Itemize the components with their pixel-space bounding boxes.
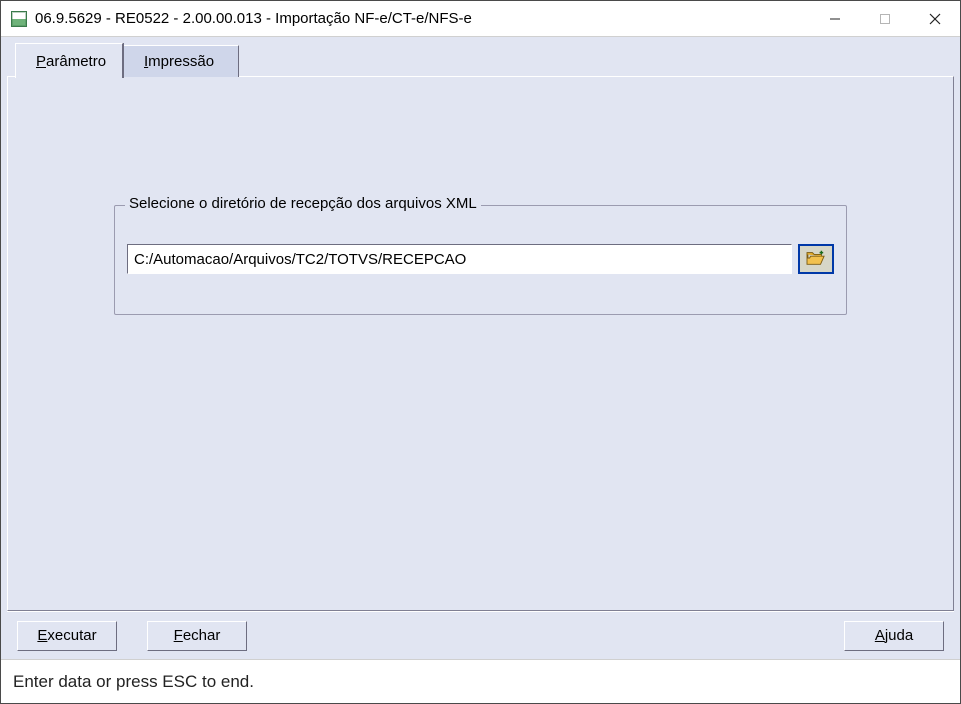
ajuda-button[interactable]: Ajuda bbox=[844, 621, 944, 651]
titlebar: 06.9.5629 - RE0522 - 2.00.00.013 - Impor… bbox=[1, 1, 960, 37]
tabs: Parâmetro Impressão bbox=[7, 43, 954, 77]
minimize-button[interactable] bbox=[810, 1, 860, 36]
browse-button[interactable] bbox=[798, 244, 834, 274]
tab-parametro-label: arâmetro bbox=[46, 53, 106, 70]
groupbox-label: Selecione o diretório de recepção dos ar… bbox=[125, 195, 481, 212]
executar-label: xecutar bbox=[47, 627, 96, 644]
tab-parametro-accel: P bbox=[36, 53, 46, 70]
maximize-button bbox=[860, 1, 910, 36]
fechar-label: echar bbox=[183, 627, 221, 644]
ajuda-label: juda bbox=[885, 627, 913, 644]
groupbox-directory: Selecione o diretório de recepção dos ar… bbox=[114, 205, 847, 315]
status-bar: Enter data or press ESC to end. bbox=[1, 659, 960, 703]
buttons-bar: Executar Fechar Ajuda bbox=[7, 611, 954, 659]
window-title: 06.9.5629 - RE0522 - 2.00.00.013 - Impor… bbox=[35, 10, 810, 27]
status-text: Enter data or press ESC to end. bbox=[13, 672, 254, 692]
executar-accel: E bbox=[37, 627, 47, 644]
close-button[interactable] bbox=[910, 1, 960, 36]
app-icon bbox=[11, 11, 27, 27]
executar-button[interactable]: Executar bbox=[17, 621, 117, 651]
tab-parametro[interactable]: Parâmetro bbox=[15, 43, 123, 78]
directory-input[interactable] bbox=[127, 244, 792, 274]
fechar-button[interactable]: Fechar bbox=[147, 621, 247, 651]
tab-impressao-label: mpressão bbox=[148, 53, 214, 70]
directory-row bbox=[127, 244, 834, 274]
tab-panel-parametro: Selecione o diretório de recepção dos ar… bbox=[7, 76, 954, 611]
app-window: 06.9.5629 - RE0522 - 2.00.00.013 - Impor… bbox=[0, 0, 961, 704]
tab-impressao[interactable]: Impressão bbox=[123, 45, 239, 77]
folder-open-icon bbox=[805, 249, 827, 270]
client-area: Parâmetro Impressão Selecione o diretóri… bbox=[1, 37, 960, 659]
fechar-accel: F bbox=[174, 627, 183, 644]
ajuda-accel: A bbox=[875, 627, 885, 644]
window-controls bbox=[810, 1, 960, 36]
